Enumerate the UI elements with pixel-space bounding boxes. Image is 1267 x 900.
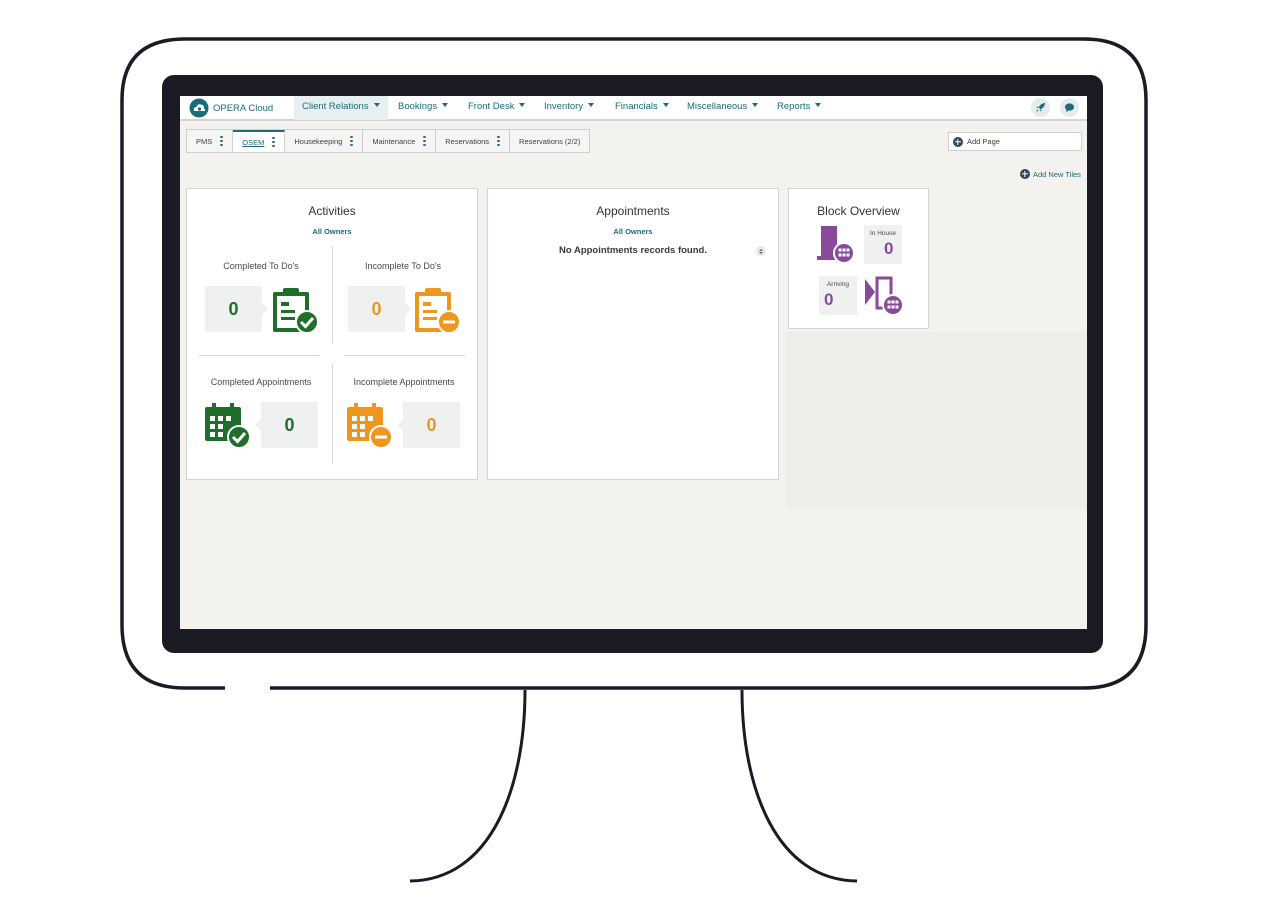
tab-pms[interactable]: PMS <box>187 130 234 152</box>
divider <box>332 246 333 343</box>
in-house-label: In House <box>869 230 897 237</box>
add-new-tiles-button[interactable]: Add New Tiles <box>1020 168 1081 180</box>
completed-todos-label: Completed To Do's <box>223 261 299 271</box>
arriving-count[interactable]: Arriving 0 <box>819 276 857 315</box>
nav-inventory[interactable]: Inventory <box>544 96 595 120</box>
kebab-menu-icon[interactable] <box>220 135 223 147</box>
caret-down-icon <box>373 103 380 107</box>
nav-label: Front Desk <box>468 101 515 112</box>
add-page-button[interactable]: Add Page <box>948 132 1082 151</box>
tab-reservations-page-2[interactable]: Reservations (2/2) <box>510 130 589 152</box>
nav-client-relations[interactable]: Client Relations <box>294 96 388 120</box>
rocket-icon <box>1035 102 1046 113</box>
kebab-menu-icon[interactable] <box>423 135 426 147</box>
chat-icon <box>1064 103 1075 113</box>
brand-name: OPERA Cloud <box>213 102 274 114</box>
caret-down-icon <box>519 103 526 107</box>
kebab-menu-icon[interactable] <box>272 136 275 148</box>
add-page-label: Add Page <box>967 137 1000 146</box>
top-navigation: OPERA Cloud Client Relations Bookings Fr… <box>180 96 1087 121</box>
incomplete-appointments-label: Incomplete Appointments <box>353 377 455 387</box>
divider <box>332 364 333 464</box>
add-new-tiles-label: Add New Tiles <box>1033 169 1081 179</box>
chat-button[interactable] <box>1060 98 1079 117</box>
block-in-house-icon <box>817 226 855 264</box>
caret-down-icon <box>752 103 759 107</box>
kebab-menu-icon[interactable] <box>497 135 500 147</box>
arriving-label: Arriving <box>826 281 850 288</box>
nav-label: Miscellaneous <box>687 101 748 112</box>
clipboard-check-icon <box>273 288 319 334</box>
sort-icon[interactable] <box>756 246 766 256</box>
incomplete-appointments-count[interactable]: 0 <box>397 402 460 448</box>
caret-down-icon <box>442 103 449 107</box>
tab-label: Reservations <box>445 136 490 146</box>
incomplete-todos-count[interactable]: 0 <box>348 286 411 332</box>
plus-circle-icon <box>953 136 963 147</box>
in-house-count[interactable]: In House 0 <box>864 225 902 264</box>
kebab-menu-icon[interactable] <box>350 135 353 147</box>
completed-appointments-count[interactable]: 0 <box>255 402 318 448</box>
tab-label: OSEM <box>242 137 265 147</box>
owners-filter-link[interactable]: All Owners <box>187 227 477 236</box>
nav-label: Client Relations <box>302 101 369 112</box>
tile-title: Appointments <box>596 204 670 218</box>
tile-title: Block Overview <box>817 204 900 218</box>
empty-message: No Appointments records found. <box>559 245 707 256</box>
caret-down-icon <box>588 103 595 107</box>
brand[interactable]: OPERA Cloud <box>189 97 273 119</box>
caret-down-icon <box>815 103 822 107</box>
nav-front-desk[interactable]: Front Desk <box>468 96 526 120</box>
nav-label: Financials <box>615 101 658 112</box>
nav-reports[interactable]: Reports <box>777 96 822 120</box>
caret-down-icon <box>662 103 669 107</box>
nav-label: Reports <box>777 101 811 112</box>
in-house-value: 0 <box>884 239 894 258</box>
divider <box>344 355 465 356</box>
tile-title: Activities <box>308 204 356 218</box>
tab-label: PMS <box>196 136 213 146</box>
owners-filter-link[interactable]: All Owners <box>488 227 778 236</box>
tab-label: Housekeeping <box>294 136 343 146</box>
tab-label: Maintenance <box>372 136 416 146</box>
calendar-check-icon <box>205 403 251 449</box>
arriving-value: 0 <box>824 290 834 309</box>
incomplete-todos-label: Incomplete To Do's <box>364 261 442 271</box>
count-value: 0 <box>371 298 382 319</box>
tab-reservations[interactable]: Reservations <box>436 130 511 152</box>
block-arriving-icon <box>865 276 904 316</box>
page-tabs: PMS OSEM Housekeeping Maintenance Reserv… <box>186 129 591 153</box>
opera-cloud-logo-icon <box>189 98 209 118</box>
tab-maintenance[interactable]: Maintenance <box>363 130 437 152</box>
plus-circle-icon <box>1020 169 1030 179</box>
block-overview-tile: Block Overview In House 0 Arriving 0 <box>788 188 929 329</box>
tab-label: Reservations (2/2) <box>519 136 581 146</box>
divider <box>199 355 319 356</box>
tab-osem[interactable]: OSEM <box>233 130 286 152</box>
nav-label: Inventory <box>544 101 584 112</box>
tab-housekeeping[interactable]: Housekeeping <box>285 130 364 152</box>
app-screen: OPERA Cloud Client Relations Bookings Fr… <box>180 96 1087 629</box>
activities-tile: Activities All Owners Completed To Do's … <box>186 188 478 480</box>
nav-bookings[interactable]: Bookings <box>398 96 449 120</box>
calendar-minus-icon <box>347 403 393 449</box>
nav-financials[interactable]: Financials <box>615 96 669 120</box>
nav-label: Bookings <box>398 101 438 112</box>
dashboard-drop-area <box>786 332 1087 509</box>
rocket-button[interactable] <box>1031 98 1050 117</box>
count-value: 0 <box>426 414 437 435</box>
clipboard-minus-icon <box>415 288 461 334</box>
completed-appointments-label: Completed Appointments <box>210 377 312 387</box>
appointments-tile: Appointments All Owners No Appointments … <box>487 188 779 480</box>
count-value: 0 <box>228 298 239 319</box>
count-value: 0 <box>284 414 295 435</box>
completed-todos-count[interactable]: 0 <box>205 286 268 332</box>
nav-miscellaneous[interactable]: Miscellaneous <box>687 96 759 120</box>
